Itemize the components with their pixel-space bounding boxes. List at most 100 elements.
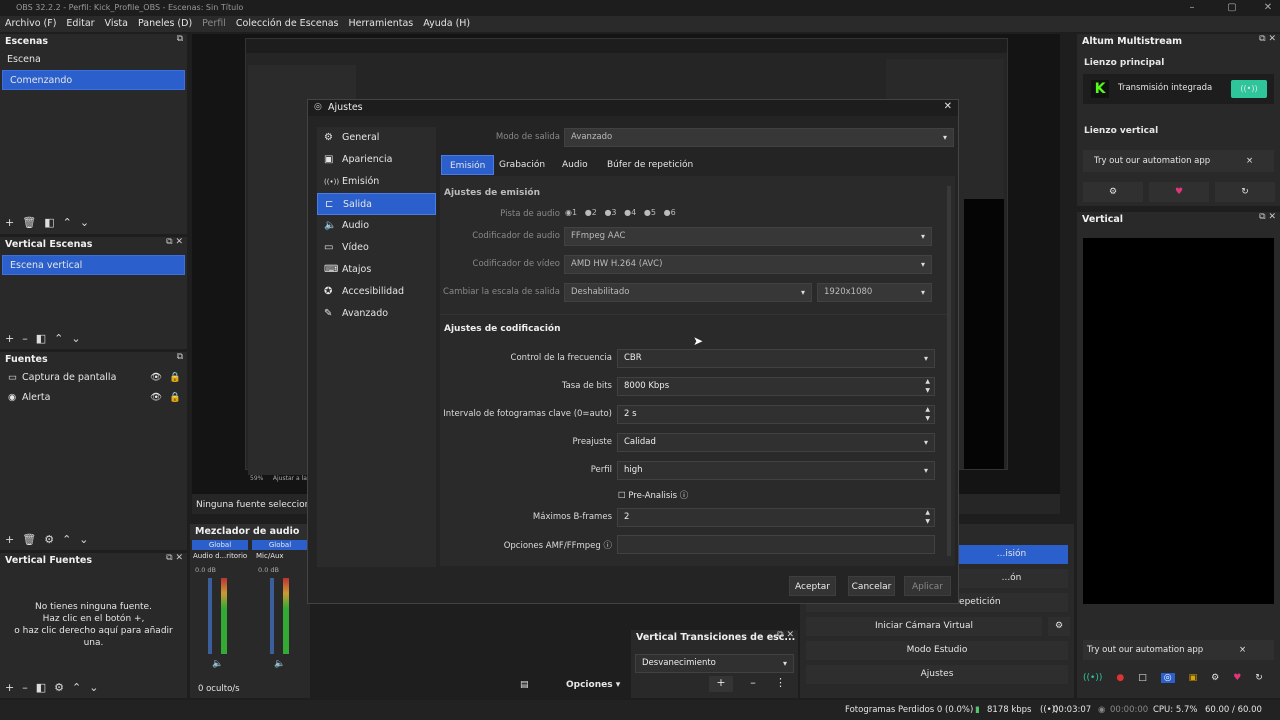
mixer-options-button[interactable]: Opciones ▾ (566, 680, 620, 690)
refresh-icon[interactable]: ↻ (1255, 673, 1263, 683)
add-transition-button[interactable]: + (709, 676, 733, 692)
minimize-button[interactable]: – (1180, 0, 1204, 16)
close-icon[interactable]: ✕ (944, 101, 952, 112)
maximize-button[interactable]: ▢ (1220, 0, 1244, 16)
help-icon[interactable]: ⓘ (603, 541, 612, 551)
menu-editar[interactable]: Editar (61, 16, 99, 32)
scene-item-selected[interactable]: Comenzando (2, 70, 185, 90)
add-icon[interactable]: + (5, 681, 14, 694)
automation-banner[interactable]: Try out our automation app × (1083, 150, 1274, 172)
nav-appearance[interactable]: ▣ Apariencia (317, 149, 436, 171)
nav-audio[interactable]: 🔈 Audio (317, 215, 436, 237)
close-window-button[interactable]: ✕ (1256, 0, 1280, 16)
filter-icon[interactable]: ◧ (36, 332, 46, 345)
virtual-cam-icon[interactable]: ◎ (1160, 673, 1175, 683)
menu-paneles[interactable]: Paneles (D) (133, 16, 197, 32)
apply-button[interactable]: Aplicar (904, 576, 951, 596)
output-mode-select[interactable]: Avanzado ▾ (564, 128, 954, 147)
layout-icon[interactable]: ▤ (520, 680, 529, 690)
remove-transition-button[interactable]: – (741, 676, 765, 692)
transition-select[interactable]: Desvanecimiento ▾ (635, 654, 794, 673)
accept-button[interactable]: Aceptar (789, 576, 836, 596)
dock-close-icon[interactable]: ⧉ ✕ (166, 237, 183, 247)
trash-icon[interactable]: 🗑 (22, 216, 36, 229)
tab-stream[interactable]: Emisión (441, 155, 495, 175)
stop-icon[interactable]: □ (1138, 673, 1147, 683)
preanalysis-checkbox[interactable]: ☐ Pre-Analisis ⓘ (618, 489, 688, 501)
replay-icon[interactable]: ▣ (1189, 673, 1198, 683)
add-icon[interactable]: + (5, 332, 14, 345)
help-icon[interactable]: ⓘ (680, 491, 689, 501)
menu-archivo[interactable]: Archivo (F) (0, 16, 61, 32)
add-icon[interactable]: + (5, 216, 14, 229)
gear-icon[interactable]: ⚙ (44, 533, 54, 546)
menu-ayuda[interactable]: Ayuda (H) (418, 16, 475, 32)
gear-icon[interactable]: ⚙ (54, 681, 64, 694)
rescale-select[interactable]: Deshabilitado ▾ (564, 283, 812, 302)
broadcast-icon[interactable]: ((•)) (1083, 673, 1102, 683)
refresh-icon[interactable]: ↻ (1215, 182, 1275, 202)
filter-icon[interactable]: ◧ (44, 216, 54, 229)
lock-icon[interactable]: 🔒 (169, 388, 181, 408)
eye-icon[interactable]: 👁 (150, 388, 162, 408)
scene-item[interactable]: Escena (0, 50, 187, 70)
source-item[interactable]: ▭ Captura de pantalla 👁 🔒 (0, 368, 187, 388)
broadcast-toggle[interactable]: ((•)) (1231, 80, 1267, 98)
radio-track-2[interactable]: ●2 (585, 208, 597, 217)
up-icon[interactable]: ⌃ (62, 533, 71, 546)
source-item[interactable]: ◉ Alerta 👁 🔒 (0, 388, 187, 408)
start-stream-button[interactable]: ...isión (955, 545, 1068, 564)
record-icon[interactable]: ● (1116, 673, 1124, 683)
profile-select[interactable]: high ▾ (617, 461, 935, 480)
menu-perfil[interactable]: Perfil (197, 16, 231, 32)
bframes-input[interactable]: 2 ▲ ▼ (617, 508, 935, 527)
volume-slider[interactable] (270, 578, 274, 654)
bitrate-input[interactable]: 8000 Kbps ▲ ▼ (617, 377, 935, 396)
video-encoder-select[interactable]: AMD HW H.264 (AVC) ▾ (564, 255, 932, 274)
tab-audio[interactable]: Audio (554, 155, 596, 175)
tab-replay-buffer[interactable]: Búfer de repetición (599, 155, 701, 175)
audio-encoder-select[interactable]: FFmpeg AAC ▾ (564, 227, 932, 246)
tab-recording[interactable]: Grabación (491, 155, 553, 175)
dock-float-icon[interactable]: ⧉ (177, 352, 183, 362)
remove-icon[interactable]: – (22, 332, 28, 345)
radio-track-5[interactable]: ●5 (644, 208, 656, 217)
down-icon[interactable]: ⌄ (79, 533, 88, 546)
speaker-icon[interactable]: 🔈 (274, 659, 285, 669)
lock-icon[interactable]: 🔒 (169, 368, 181, 388)
close-icon[interactable]: × (1246, 150, 1253, 172)
radio-track-3[interactable]: ●3 (604, 208, 616, 217)
gear-icon[interactable]: ⚙ (1083, 182, 1143, 202)
radio-track-4[interactable]: ●4 (624, 208, 636, 217)
settings-button[interactable]: Ajustes (806, 665, 1068, 684)
automation-banner[interactable]: Try out our automation app × (1083, 640, 1274, 660)
dock-close-icon[interactable]: ⧉ ✕ (1259, 212, 1276, 222)
up-icon[interactable]: ⌃ (72, 681, 81, 694)
stepper-icon[interactable]: ▲ ▼ (925, 405, 930, 423)
add-icon[interactable]: + (5, 533, 14, 546)
gear-icon[interactable]: ⚙ (1211, 673, 1219, 683)
dock-close-icon[interactable]: ⧉ ✕ (166, 553, 183, 563)
remove-icon[interactable]: – (22, 681, 28, 694)
close-icon[interactable]: × (1239, 640, 1246, 660)
preset-select[interactable]: Calidad ▾ (617, 433, 935, 452)
studio-mode-button[interactable]: Modo Estudio (806, 641, 1068, 660)
dock-close-icon[interactable]: ⧉ ✕ (1259, 34, 1276, 44)
eye-icon[interactable]: 👁 (150, 368, 162, 388)
menu-coleccion[interactable]: Colección de Escenas (231, 16, 344, 32)
menu-vista[interactable]: Vista (100, 16, 133, 32)
nav-accessibility[interactable]: ✪ Accesibilidad (317, 281, 436, 303)
menu-herramientas[interactable]: Herramientas (344, 16, 419, 32)
heart-icon[interactable]: ♥ (1233, 673, 1241, 683)
volume-slider[interactable] (208, 578, 212, 654)
scrollbar[interactable] (947, 186, 951, 556)
keyframe-input[interactable]: 2 s ▲ ▼ (617, 405, 935, 424)
checkbox-icon[interactable]: ☐ (618, 491, 626, 501)
rescale-resolution-select[interactable]: 1920x1080 ▾ (817, 283, 932, 302)
down-icon[interactable]: ⌄ (71, 332, 80, 345)
stepper-icon[interactable]: ▲ ▼ (925, 508, 930, 526)
up-icon[interactable]: ⌃ (54, 332, 63, 345)
nav-general[interactable]: ⚙ General (317, 127, 436, 149)
dock-float-icon[interactable]: ⧉ (177, 34, 183, 44)
up-icon[interactable]: ⌃ (63, 216, 72, 229)
